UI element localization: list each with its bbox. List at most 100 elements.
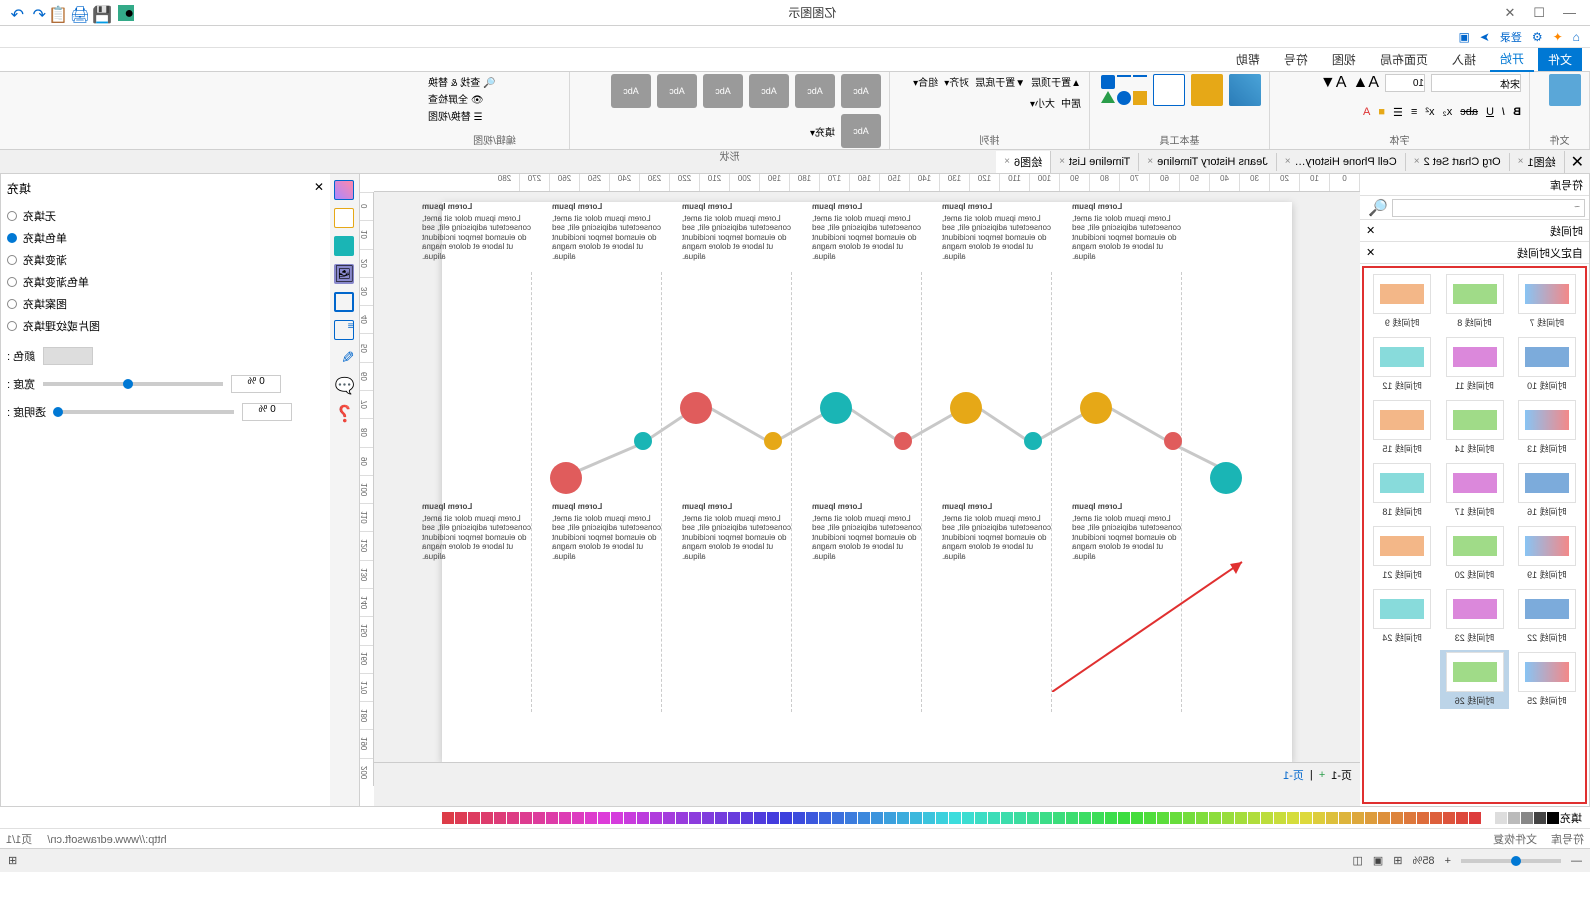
vtool-fill[interactable]: [335, 236, 355, 256]
menu-file[interactable]: 文件: [1538, 48, 1582, 71]
color-swatch[interactable]: [975, 812, 987, 824]
doctab-3[interactable]: Cell Phone History…×: [1277, 153, 1406, 171]
strike-btn[interactable]: abc: [1460, 106, 1478, 118]
qa-icon-3[interactable]: 🖨: [74, 5, 90, 21]
app-icon[interactable]: ✦: [1553, 30, 1563, 44]
timeline-node[interactable]: [1024, 432, 1042, 450]
symbol-search[interactable]: [1392, 199, 1585, 217]
color-swatch[interactable]: [923, 812, 935, 824]
vtool-comment[interactable]: 💬: [335, 376, 355, 396]
find-replace[interactable]: 🔍 查找 & 替换: [428, 74, 495, 89]
color-swatch[interactable]: [1092, 812, 1104, 824]
shape-item[interactable]: 时间线 22: [1513, 587, 1581, 646]
style-4[interactable]: Abc: [703, 74, 743, 108]
color-swatch[interactable]: [1183, 812, 1195, 824]
menu-layout[interactable]: 页面布局: [1370, 48, 1438, 71]
color-swatch[interactable]: [1196, 812, 1208, 824]
style-1[interactable]: Abc: [841, 74, 881, 108]
group-menu[interactable]: 组合▾: [913, 74, 938, 89]
shape-item[interactable]: 时间线 13: [1513, 398, 1581, 457]
fill-option[interactable]: 渐变填充: [7, 249, 324, 271]
color-swatch[interactable]: [845, 812, 857, 824]
align-menu[interactable]: 对齐▾: [944, 74, 969, 89]
color-swatch[interactable]: [1534, 812, 1546, 824]
color-swatch[interactable]: [1118, 812, 1130, 824]
login-link[interactable]: 登录: [1500, 29, 1522, 45]
color-swatch[interactable]: [1261, 812, 1273, 824]
font-dec-icon[interactable]: A▼: [1320, 74, 1347, 92]
color-swatch[interactable]: [1404, 812, 1416, 824]
color-swatch[interactable]: [1222, 812, 1234, 824]
zoom-out[interactable]: —: [1571, 855, 1582, 867]
color-swatch[interactable]: [1066, 812, 1078, 824]
vtool-help[interactable]: ❓: [335, 404, 355, 424]
cat-close-2[interactable]: ✕: [1366, 246, 1375, 259]
color-swatch[interactable]: [494, 812, 506, 824]
color-swatch[interactable]: [1365, 812, 1377, 824]
color-swatch[interactable]: [741, 812, 753, 824]
style-fill-icon[interactable]: 填充▾: [810, 124, 835, 139]
color-swatch[interactable]: [611, 812, 623, 824]
shape-item[interactable]: 时间线 21: [1368, 524, 1436, 583]
shape-item[interactable]: 时间线 8: [1440, 272, 1508, 331]
shape-tri[interactable]: [1101, 91, 1115, 103]
underline-btn[interactable]: U: [1486, 106, 1494, 118]
style-5[interactable]: Abc: [657, 74, 697, 108]
color-swatch[interactable]: [1079, 812, 1091, 824]
fill-option[interactable]: 单色填充: [7, 227, 324, 249]
list-btn[interactable]: ☰: [1393, 106, 1403, 119]
color-swatch[interactable]: [663, 812, 675, 824]
color-swatch[interactable]: [702, 812, 714, 824]
color-swatch[interactable]: [1144, 812, 1156, 824]
color-swatch[interactable]: [897, 812, 909, 824]
timeline-node[interactable]: [894, 432, 912, 450]
color-swatch[interactable]: [936, 812, 948, 824]
color-swatch[interactable]: [1352, 812, 1364, 824]
shape-item[interactable]: 时间线 16: [1513, 461, 1581, 520]
color-swatch[interactable]: [481, 812, 493, 824]
doctab-4[interactable]: Jeans History Timeline×: [1139, 153, 1277, 171]
hscroll[interactable]: [374, 786, 1360, 806]
color-swatch[interactable]: [468, 812, 480, 824]
color-swatch[interactable]: [949, 812, 961, 824]
color-swatch[interactable]: [1001, 812, 1013, 824]
color-swatch[interactable]: [1313, 812, 1325, 824]
qa-icon-5[interactable]: ↶: [30, 5, 46, 21]
shape-rect[interactable]: [1133, 91, 1147, 105]
color-swatch[interactable]: [767, 812, 779, 824]
font-inc-icon[interactable]: A▲: [1352, 74, 1379, 92]
shape-item[interactable]: 时间线 19: [1513, 524, 1581, 583]
shape-line[interactable]: [1133, 75, 1147, 89]
color-swatch[interactable]: [1469, 812, 1481, 824]
timeline-node[interactable]: [1080, 392, 1112, 424]
color-box[interactable]: [43, 347, 93, 365]
cat-timeline[interactable]: 时间线: [1550, 223, 1583, 239]
cat-close-1[interactable]: ✕: [1366, 224, 1375, 237]
timeline-node[interactable]: [764, 432, 782, 450]
shape-item[interactable]: 时间线 11: [1440, 335, 1508, 394]
layers-btn[interactable]: ☰ 替换/视图: [428, 108, 483, 123]
color-swatch[interactable]: [650, 812, 662, 824]
page-1-tab[interactable]: 页-1: [1283, 767, 1304, 783]
color-swatch[interactable]: [832, 812, 844, 824]
color-swatch[interactable]: [1053, 812, 1065, 824]
color-swatch[interactable]: [1417, 812, 1429, 824]
color-swatch[interactable]: [1547, 812, 1559, 824]
style-3[interactable]: Abc: [749, 74, 789, 108]
send-back[interactable]: ▼置于底层: [975, 74, 1025, 89]
style-7[interactable]: Abc: [841, 114, 881, 148]
color-swatch[interactable]: [1326, 812, 1338, 824]
doctab-1[interactable]: 绘图1×: [1510, 151, 1565, 173]
color-swatch[interactable]: [715, 812, 727, 824]
color-swatch[interactable]: [806, 812, 818, 824]
timeline-node[interactable]: [1164, 432, 1182, 450]
menu-view[interactable]: 视图: [1322, 48, 1366, 71]
color-swatch[interactable]: [728, 812, 740, 824]
shape-item[interactable]: 时间线 18: [1368, 461, 1436, 520]
min-btn[interactable]: —: [1563, 5, 1576, 21]
menu-symbol[interactable]: 符号: [1274, 48, 1318, 71]
sup-btn[interactable]: x²: [1425, 106, 1434, 118]
color-swatch[interactable]: [455, 812, 467, 824]
bottom-tab-lib[interactable]: 符号库: [1551, 831, 1584, 846]
select-tool[interactable]: [1229, 74, 1261, 106]
